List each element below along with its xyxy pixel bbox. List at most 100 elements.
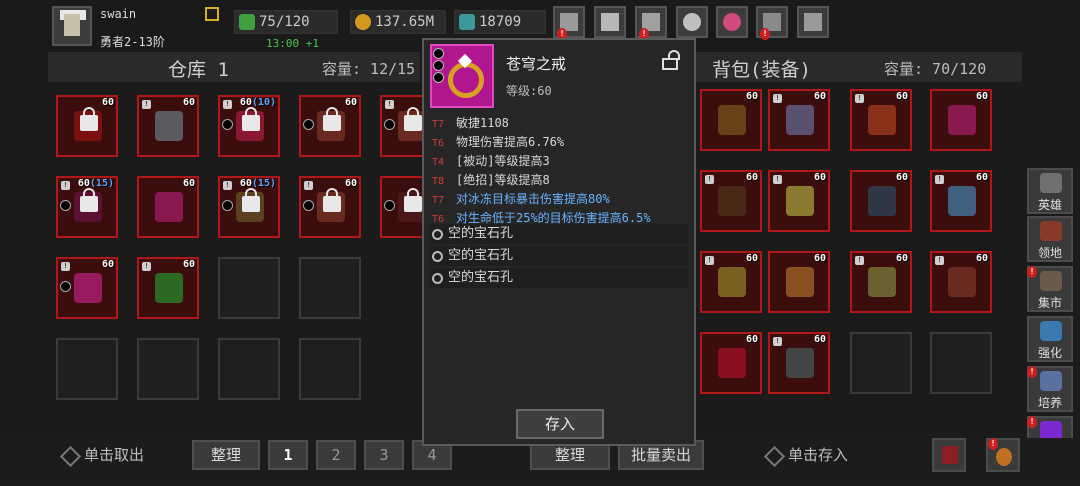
backpack-item-slot[interactable]: 60	[768, 251, 830, 313]
empty-socket-icon	[432, 229, 443, 240]
alert-badge: !	[988, 438, 998, 450]
backpack-item-slot[interactable]: 60	[700, 332, 762, 394]
item-level-label: 60	[101, 97, 114, 108]
backpack-item-slot[interactable]: 60!	[768, 89, 830, 151]
info-icon: !	[142, 100, 151, 109]
lock-icon	[242, 188, 260, 212]
item-level-label: 60	[182, 97, 195, 108]
take-out-toggle[interactable]: 单击取出	[59, 445, 150, 468]
color-wheel-button[interactable]	[716, 6, 748, 38]
warehouse-tab-3[interactable]: 3	[364, 440, 404, 470]
diamond-checkbox-icon	[59, 445, 82, 468]
item-icon-ring	[430, 44, 494, 108]
unlock-icon[interactable]	[662, 50, 680, 70]
item-level-label: 60	[975, 253, 988, 264]
tier-label: T4	[432, 157, 445, 168]
backpack-empty-slot	[850, 332, 912, 394]
sparkle-button[interactable]: !	[756, 6, 788, 40]
settings-button[interactable]	[676, 6, 708, 38]
edit-icon[interactable]	[205, 7, 219, 21]
item-level-label: 60	[745, 172, 758, 183]
backpack-item-slot[interactable]: 60!	[768, 332, 830, 394]
warehouse-item-slot[interactable]: 60	[56, 95, 118, 157]
backpack-item-slot[interactable]: 60!	[700, 170, 762, 232]
item-level-label: 60(15)	[77, 178, 114, 189]
energy-display: 75/120	[234, 10, 338, 34]
attribute-row: T4 [被动]等级提高3	[432, 152, 690, 170]
warehouse-empty-slot	[218, 338, 280, 400]
tier-label: T7	[432, 119, 445, 130]
side-menu-1[interactable]: 领地	[1027, 216, 1073, 262]
warehouse-item-slot[interactable]: 60!	[137, 95, 199, 157]
warehouse-item-slot[interactable]: 60!	[299, 176, 361, 238]
lock-icon	[323, 107, 341, 131]
avatar[interactable]	[52, 6, 92, 46]
equipment-icon	[868, 105, 896, 135]
lock-icon	[404, 188, 422, 212]
info-icon: !	[61, 262, 70, 271]
potion-icon	[996, 448, 1012, 466]
warehouse-item-slot[interactable]: 60	[137, 176, 199, 238]
side-menu-2[interactable]: 集市!	[1027, 266, 1073, 312]
armor-filter-button[interactable]	[932, 438, 966, 472]
info-icon: !	[223, 100, 232, 109]
socket-dot	[303, 119, 314, 130]
warehouse-item-slot[interactable]: 60(15)!	[56, 176, 118, 238]
socket-dot	[433, 48, 444, 59]
store-button[interactable]: 存入	[516, 409, 604, 439]
warehouse-tab-1[interactable]: 1	[268, 440, 308, 470]
backpack-item-slot[interactable]: 60!	[850, 89, 912, 151]
crossed-swords-button[interactable]	[797, 6, 829, 38]
backpack-item-slot[interactable]: 60	[930, 89, 992, 151]
menu-icon	[1040, 321, 1062, 341]
warehouse-tab-2[interactable]: 2	[316, 440, 356, 470]
mail-button[interactable]	[594, 6, 626, 38]
crossed-swords-icon	[804, 13, 822, 31]
equipment-icon	[718, 267, 746, 297]
side-menu-4[interactable]: 培养!	[1027, 366, 1073, 412]
warehouse-capacity: 容量: 12/15	[322, 60, 416, 78]
store-toggle[interactable]: 单击存入	[763, 445, 864, 468]
warehouse-item-slot[interactable]: 60	[299, 95, 361, 157]
socket-dot	[384, 119, 395, 130]
backpack-item-slot[interactable]: 60!	[700, 251, 762, 313]
alert-badge: !	[1027, 266, 1037, 278]
item-level-label: 60	[975, 91, 988, 102]
equipment-icon	[786, 186, 814, 216]
equipment-icon	[868, 267, 896, 297]
tier-label: T8	[432, 176, 445, 187]
backpack-item-slot[interactable]: 60	[700, 89, 762, 151]
backpack-item-slot[interactable]: 60!	[768, 170, 830, 232]
warehouse-sort-button[interactable]: 整理	[192, 440, 260, 470]
backpack-item-slot[interactable]: 60!	[930, 251, 992, 313]
warehouse-item-slot[interactable]: 60!	[137, 257, 199, 319]
warehouse-item-slot[interactable]: 60(10)!	[218, 95, 280, 157]
gamepad-button[interactable]: !	[635, 6, 667, 40]
energy-icon	[239, 14, 255, 30]
attribute-row: T8 [绝招]等级提高8	[432, 171, 690, 189]
item-level-label: 60	[101, 259, 114, 270]
side-menu-3[interactable]: 强化	[1027, 316, 1073, 362]
warehouse-item-slot[interactable]: 60(15)!	[218, 176, 280, 238]
shop-cart-button[interactable]: !	[553, 6, 585, 40]
backpack-item-slot[interactable]: 60	[850, 170, 912, 232]
info-icon: !	[705, 256, 714, 265]
energy-regen: 13:00 +1	[266, 37, 319, 50]
item-level-label: 60	[975, 172, 988, 183]
backpack-item-slot[interactable]: 60!	[930, 170, 992, 232]
side-menu-0[interactable]: 英雄	[1027, 168, 1073, 214]
potion-filter-button[interactable]: !	[986, 438, 1020, 472]
socket-dot	[433, 60, 444, 71]
info-icon: !	[855, 256, 864, 265]
warehouse-item-slot[interactable]: 60!	[56, 257, 118, 319]
item-level-label: 60	[895, 172, 908, 183]
warehouse-title: 仓库 1	[168, 59, 229, 81]
socket-dot	[222, 119, 233, 130]
backpack-item-slot[interactable]: 60!	[850, 251, 912, 313]
attribute-row: T6 物理伤害提高6.76%	[432, 133, 690, 151]
warehouse-empty-slot	[218, 257, 280, 319]
item-level-label: 60(15)	[239, 178, 276, 189]
info-icon: !	[773, 94, 782, 103]
equipment-icon	[948, 186, 976, 216]
armor-icon	[942, 446, 958, 464]
